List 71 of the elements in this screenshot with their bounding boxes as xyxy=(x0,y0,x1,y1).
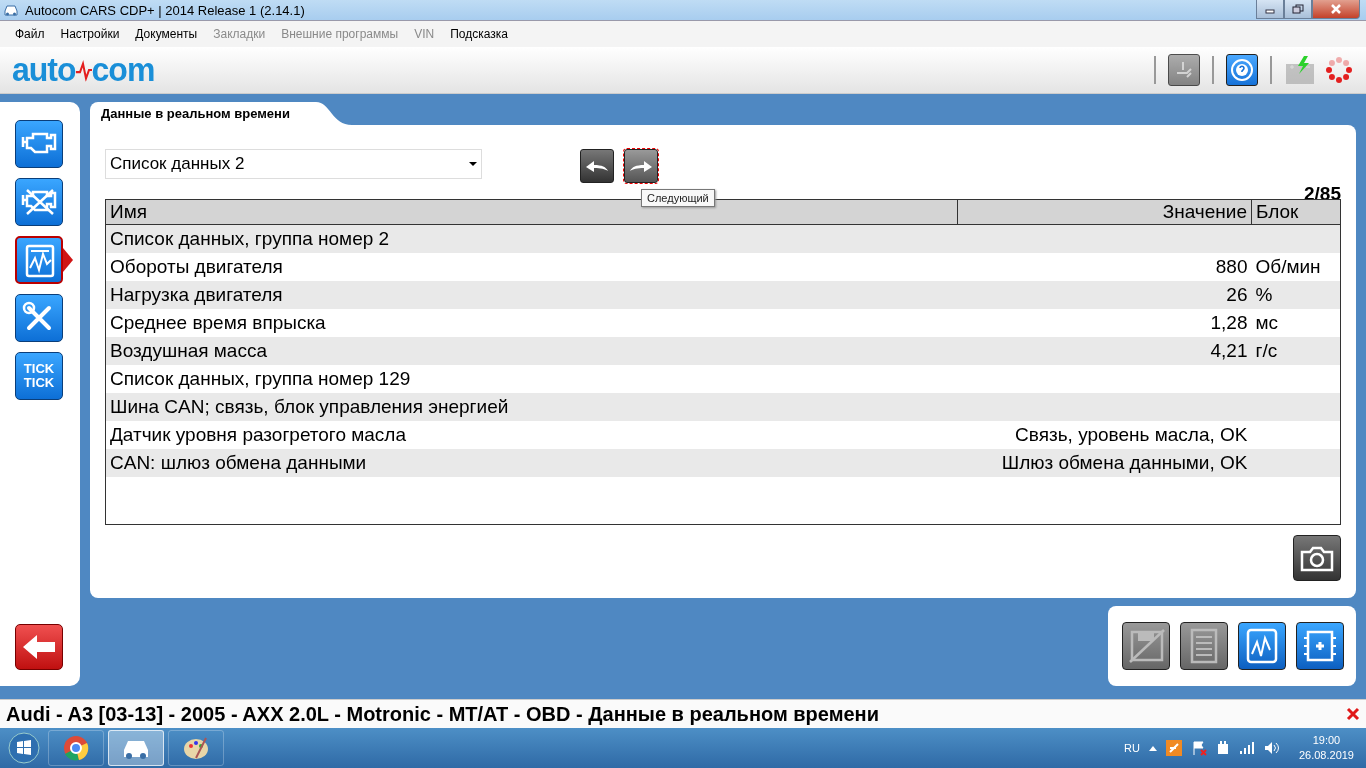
maximize-button[interactable] xyxy=(1284,0,1312,19)
clock-date: 26.08.2019 xyxy=(1298,748,1354,764)
screenshot-button[interactable] xyxy=(1293,534,1341,581)
button-label: TICK xyxy=(23,375,55,390)
sidebar-button[interactable]: TICK TICK xyxy=(15,351,63,400)
caret-up-icon[interactable] xyxy=(1148,745,1157,751)
sidebar-button[interactable] xyxy=(15,177,63,226)
taskbar-app[interactable] xyxy=(108,730,164,767)
logo-text: auto xyxy=(12,50,76,90)
table-cell: Датчик уровня разогретого масла xyxy=(105,420,958,449)
column-header[interactable]: Значение xyxy=(957,199,1252,225)
language-indicator[interactable]: RU xyxy=(1124,742,1140,755)
table-cell: Нагрузка двигателя xyxy=(105,280,958,309)
tooltip: Следующий xyxy=(641,188,715,207)
signal-icon[interactable] xyxy=(1238,741,1255,756)
toolbar-button[interactable] xyxy=(1238,621,1286,670)
table-cell: мс xyxy=(1251,308,1341,337)
taskbar-app[interactable] xyxy=(168,730,224,767)
menu-item[interactable]: Настройки xyxy=(53,26,129,41)
clock-time: 19:00 xyxy=(1312,733,1341,749)
table-cell: 1,28 xyxy=(957,308,1252,337)
window-title: Autocom CARS CDP+ | 2014 Release 1 (2.14.1) xyxy=(25,2,305,18)
tray-app-icon[interactable] xyxy=(1165,740,1182,757)
next-button[interactable] xyxy=(624,148,658,183)
pulse-icon xyxy=(75,58,92,82)
table-cell: Воздушная масса xyxy=(105,336,958,365)
column-header[interactable]: Блок xyxy=(1251,199,1341,225)
table-cell: Шина CAN; связь, блок управления энергией xyxy=(105,392,958,421)
table-cell: 880 xyxy=(957,252,1252,281)
table-cell: Среднее время впрыска xyxy=(105,308,958,337)
sidebar-button[interactable] xyxy=(15,235,63,284)
table-cell: г/с xyxy=(1251,336,1341,365)
close-button[interactable] xyxy=(1312,0,1360,19)
button-label: TICK xyxy=(23,361,55,376)
previous-button[interactable] xyxy=(580,148,614,183)
selection-arrow-icon xyxy=(63,247,73,272)
browser-icon xyxy=(62,734,90,763)
back-button[interactable] xyxy=(15,624,63,671)
sidebar-button[interactable] xyxy=(15,293,63,342)
speaker-icon[interactable] xyxy=(1263,741,1280,756)
table-cell: Список данных, группа номер 2 xyxy=(105,224,958,253)
flag-icon[interactable] xyxy=(1190,740,1207,757)
sidebar-button[interactable] xyxy=(15,119,63,168)
maximize-icon xyxy=(1292,4,1304,14)
arrow-left-icon xyxy=(21,633,57,662)
table-cell: Об/мин xyxy=(1251,252,1341,281)
table-cell: Список данных, группа номер 129 xyxy=(105,364,958,393)
car-icon xyxy=(3,3,19,17)
toolbar-button[interactable] xyxy=(1296,621,1344,670)
vehicle-info: Audi - A3 [03-13] - 2005 - AXX 2.0L - Motronic - MT/AT - OBD - Данные в реальном времени xyxy=(6,702,879,726)
minimize-button[interactable] xyxy=(1256,0,1284,19)
menu-item[interactable]: Подсказка xyxy=(443,26,517,41)
table-cell: 26 xyxy=(957,280,1252,309)
table-cell: % xyxy=(1251,280,1341,309)
dropdown-caret-icon xyxy=(469,161,477,166)
table-cell: Обороты двигателя xyxy=(105,252,958,281)
data-list-dropdown[interactable]: Список данных 2 xyxy=(105,148,482,179)
help-button[interactable] xyxy=(1226,53,1258,86)
table-cell: CAN: шлюз обмена данными xyxy=(105,448,958,477)
power-plug-icon[interactable] xyxy=(1215,740,1230,757)
start-button[interactable] xyxy=(8,732,40,765)
menu-item[interactable]: Документы xyxy=(128,26,207,41)
table-cell: 4,21 xyxy=(957,336,1252,365)
menu-item[interactable]: Файл xyxy=(8,26,54,41)
table-cell: Шлюз обмена данными, OK xyxy=(957,448,1252,477)
close-icon xyxy=(1330,4,1342,14)
close-icon[interactable] xyxy=(1346,707,1360,722)
table-cell: Связь, уровень масла, OK xyxy=(957,420,1252,449)
logo-text: com xyxy=(91,50,155,90)
taskbar-app[interactable] xyxy=(48,730,104,767)
help-icon xyxy=(1230,57,1254,82)
